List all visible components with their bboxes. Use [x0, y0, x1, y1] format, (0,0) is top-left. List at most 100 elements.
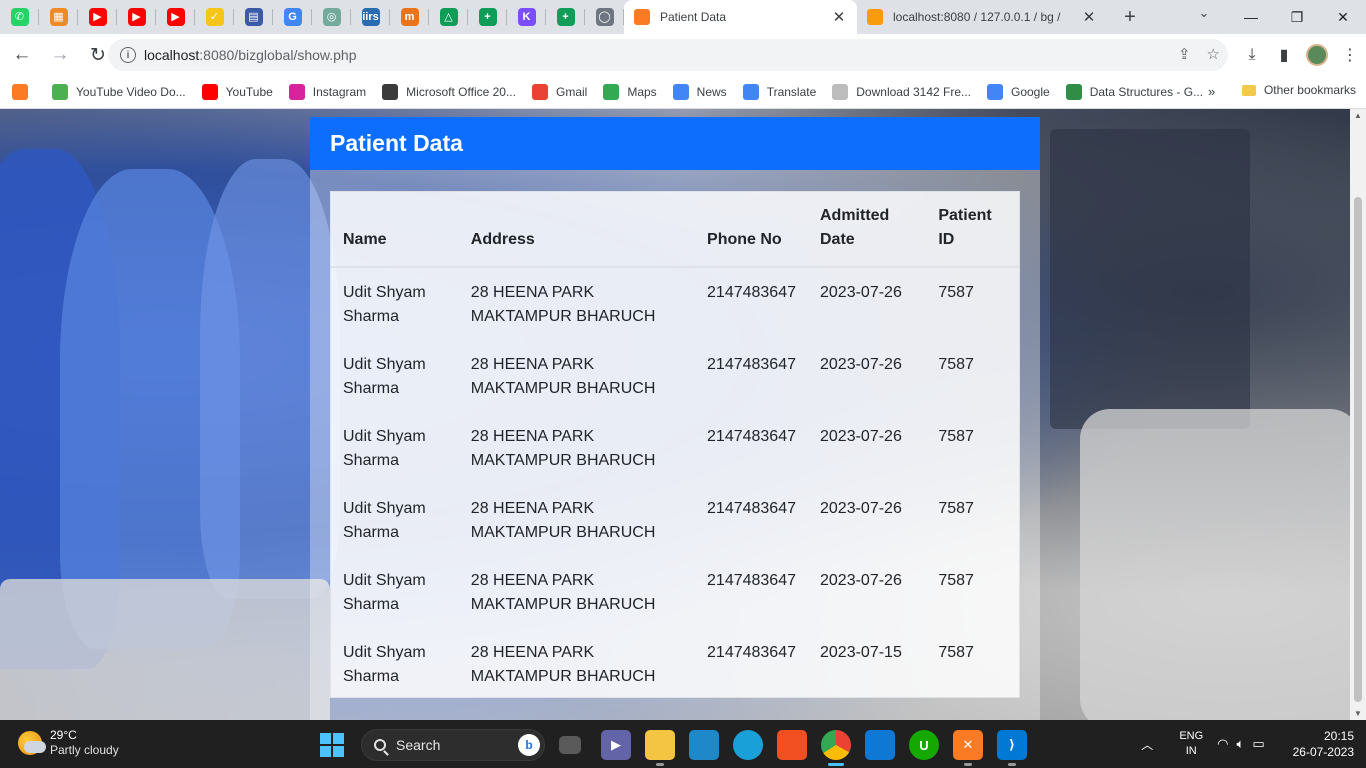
taskbar-search[interactable]: Search b [361, 729, 545, 761]
windows-logo-icon [320, 733, 344, 757]
chrome-icon[interactable] [821, 730, 851, 766]
page-viewport: Patient Data Name Address Phone No Admit… [0, 109, 1366, 720]
tab-phpmyadmin[interactable]: localhost:8080 / 127.0.0.1 / bg / ✕ [857, 0, 1107, 34]
scrollbar-thumb[interactable] [1354, 197, 1362, 702]
cell-name: Udit Shyam Sharma [343, 500, 426, 541]
volume-icon[interactable]: 🔈︎ [1237, 736, 1245, 752]
cell-patient-id: 7587 [938, 284, 974, 301]
new-tab-button[interactable]: + [1113, 6, 1147, 29]
youtube-icon: ▶ [127, 8, 146, 26]
pinned-tab[interactable]: + [546, 0, 585, 34]
minimize-icon[interactable]: — [1228, 9, 1274, 25]
forward-arrow-icon[interactable]: → [44, 39, 76, 71]
chevron-up-icon[interactable]: ︿ [1141, 736, 1153, 753]
back-arrow-icon[interactable]: ← [6, 39, 38, 71]
klipfolio-icon: K [517, 8, 536, 26]
bookmark-item[interactable]: YouTube Video Do... [52, 84, 186, 100]
pinned-tab[interactable]: ✆ [0, 0, 39, 34]
pinned-tab[interactable]: ◯ [585, 0, 624, 34]
edge-icon[interactable] [733, 730, 763, 760]
pinned-tab[interactable]: m [390, 0, 429, 34]
xampp-icon[interactable]: ✕ [953, 730, 983, 766]
column-header-patient-id: Patient ID [926, 192, 1019, 268]
bookmark-item[interactable]: Google [987, 84, 1050, 100]
lang-code: ENG [1179, 730, 1204, 742]
pinned-tab[interactable]: ▦ [39, 0, 78, 34]
avatar[interactable] [1306, 44, 1328, 66]
bookmark-item[interactable]: Microsoft Office 20... [382, 84, 516, 100]
mail-icon[interactable] [865, 730, 895, 760]
bookmark-item[interactable]: Download 3142 Fre... [832, 84, 971, 100]
google-classroom-icon: + [556, 8, 575, 26]
windows-taskbar: 29°C Partly cloudy Search b ▶ U ✕ ⟩ ︿ EN… [0, 720, 1366, 768]
download-icon[interactable]: ⤓ [1236, 39, 1268, 71]
pinned-tab[interactable]: K [507, 0, 546, 34]
bookmark-item[interactable]: Maps [603, 84, 657, 100]
task-view-icon[interactable] [559, 736, 581, 754]
monitor-icon[interactable] [689, 730, 719, 760]
pinned-tab[interactable]: ▶ [78, 0, 117, 34]
clock[interactable]: 20:15 26-07-2023 [1293, 728, 1354, 760]
info-icon[interactable]: i [120, 47, 136, 63]
page-scrollbar[interactable]: ▲ ▼ [1350, 109, 1366, 720]
language-indicator[interactable]: ENG IN [1179, 729, 1203, 759]
close-tab-icon[interactable]: ✕ [1081, 8, 1097, 26]
pinned-tab[interactable]: △ [429, 0, 468, 34]
chevron-down-icon[interactable]: ⌄ [1192, 5, 1216, 21]
bookmark-item[interactable]: Data Structures - G... [1065, 84, 1203, 100]
star-icon[interactable]: ☆ [1207, 45, 1220, 63]
menu-kebab-icon[interactable]: ⋮ [1334, 39, 1366, 71]
teams-chat-icon[interactable]: ▶ [601, 730, 631, 760]
scroll-down-icon[interactable]: ▼ [1354, 709, 1362, 718]
pinned-tab[interactable]: ◎ [312, 0, 351, 34]
scroll-up-icon[interactable]: ▲ [1354, 111, 1362, 120]
bookmark-item[interactable]: News [672, 84, 727, 100]
chevron-double-right-icon[interactable]: » [1208, 84, 1215, 99]
pinned-tab[interactable]: + [468, 0, 507, 34]
microsoft-store-icon[interactable] [777, 730, 807, 760]
table-row: Udit Shyam Sharma 28 HEENA PARK MAKTAMPUR… [331, 412, 1019, 484]
url-path: :8080/bizglobal/show.php [199, 47, 357, 63]
cell-patient-id: 7587 [938, 572, 974, 589]
cell-phone: 2147483647 [707, 356, 796, 373]
restore-icon[interactable]: ❐ [1274, 9, 1320, 26]
pinned-tab[interactable]: iirs [351, 0, 390, 34]
maps-pin-icon [603, 84, 620, 100]
youtube-icon [201, 84, 218, 100]
wifi-icon[interactable]: ◠ [1217, 736, 1228, 752]
bing-icon[interactable]: b [518, 734, 540, 756]
cell-phone: 2147483647 [707, 572, 796, 589]
other-bookmarks[interactable]: Other bookmarks [1241, 83, 1356, 97]
partly-cloudy-icon [18, 731, 46, 755]
address-bar[interactable]: i localhost:8080/bizglobal/show.php ⇪ ☆ [108, 39, 1228, 71]
cell-phone: 2147483647 [707, 284, 796, 301]
bookmark-item[interactable]: Translate [742, 84, 816, 100]
start-button[interactable] [317, 730, 347, 760]
close-window-icon[interactable]: ✕ [1320, 9, 1366, 26]
upwork-icon[interactable]: U [909, 730, 939, 760]
battery-icon[interactable]: ▭ [1252, 736, 1264, 752]
bookmark-item[interactable]: YouTube [201, 84, 273, 100]
app-m-icon: m [400, 8, 419, 26]
share-icon[interactable]: ⇪ [1178, 45, 1191, 63]
phpmyadmin-icon [867, 9, 883, 25]
bookmark-item[interactable]: Instagram [288, 84, 366, 100]
pinned-tab[interactable]: ▶ [156, 0, 195, 34]
file-explorer-icon[interactable] [645, 730, 675, 766]
pinned-tab[interactable]: ▶ [117, 0, 156, 34]
bookmark-item[interactable]: Gmail [531, 84, 587, 100]
table-row: Udit Shyam Sharma 28 HEENA PARK MAKTAMPUR… [331, 484, 1019, 556]
vscode-icon[interactable]: ⟩ [997, 730, 1027, 766]
close-tab-icon[interactable]: ✕ [831, 8, 847, 26]
cell-admitted-date: 2023-07-26 [820, 572, 902, 589]
tab-patient-data[interactable]: Patient Data ✕ [624, 0, 857, 34]
clock-time: 20:15 [1323, 729, 1354, 743]
pinned-tab[interactable]: G [273, 0, 312, 34]
sidebar-icon[interactable]: ▮ [1268, 39, 1300, 71]
weather-widget[interactable]: 29°C Partly cloudy [18, 728, 119, 758]
bookmark-label: Download 3142 Fre... [856, 85, 971, 99]
window-controls: — ❐ ✕ [1228, 0, 1366, 34]
pinned-tab[interactable]: ✓ [195, 0, 234, 34]
pinned-tab[interactable]: ▤ [234, 0, 273, 34]
bookmark-item[interactable] [12, 84, 36, 100]
